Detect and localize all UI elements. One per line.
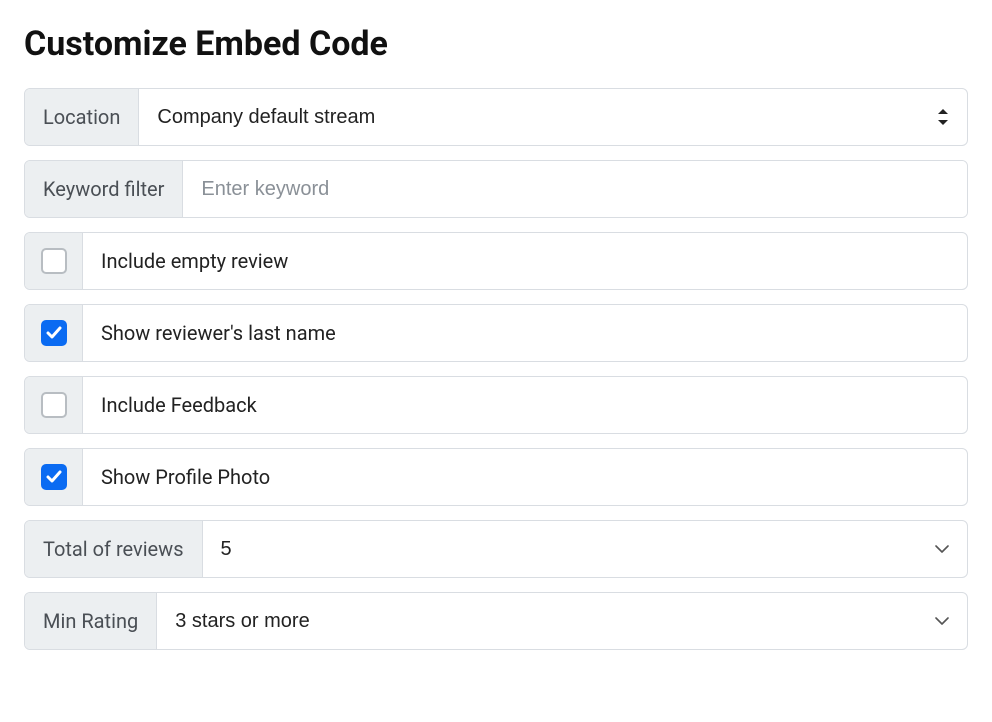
include-empty-checkbox[interactable] (41, 248, 67, 274)
show-profile-photo-row: Show Profile Photo (24, 448, 968, 506)
checkbox-area (25, 233, 83, 289)
show-lastname-checkbox[interactable] (41, 320, 67, 346)
checkbox-area (25, 449, 83, 505)
include-feedback-checkbox[interactable] (41, 392, 67, 418)
keyword-filter-input[interactable] (183, 161, 967, 217)
location-select[interactable]: Company default stream (139, 89, 967, 145)
keyword-filter-label: Keyword filter (25, 161, 183, 217)
include-empty-label: Include empty review (83, 233, 967, 289)
min-rating-label: Min Rating (25, 593, 157, 649)
min-rating-select[interactable]: 3 stars or more (157, 593, 967, 649)
total-reviews-label: Total of reviews (25, 521, 203, 577)
check-icon (46, 325, 62, 341)
include-feedback-row: Include Feedback (24, 376, 968, 434)
total-reviews-select[interactable]: 5 (203, 521, 967, 577)
include-empty-row: Include empty review (24, 232, 968, 290)
include-feedback-label: Include Feedback (83, 377, 967, 433)
min-rating-row: Min Rating 3 stars or more (24, 592, 968, 650)
checkbox-area (25, 305, 83, 361)
page-heading: Customize Embed Code (24, 24, 968, 64)
location-label: Location (25, 89, 139, 145)
checkbox-area (25, 377, 83, 433)
show-lastname-row: Show reviewer's last name (24, 304, 968, 362)
keyword-filter-row: Keyword filter (24, 160, 968, 218)
check-icon (46, 469, 62, 485)
location-row: Location Company default stream (24, 88, 968, 146)
show-profile-photo-label: Show Profile Photo (83, 449, 967, 505)
total-reviews-row: Total of reviews 5 (24, 520, 968, 578)
show-lastname-label: Show reviewer's last name (83, 305, 967, 361)
show-profile-photo-checkbox[interactable] (41, 464, 67, 490)
